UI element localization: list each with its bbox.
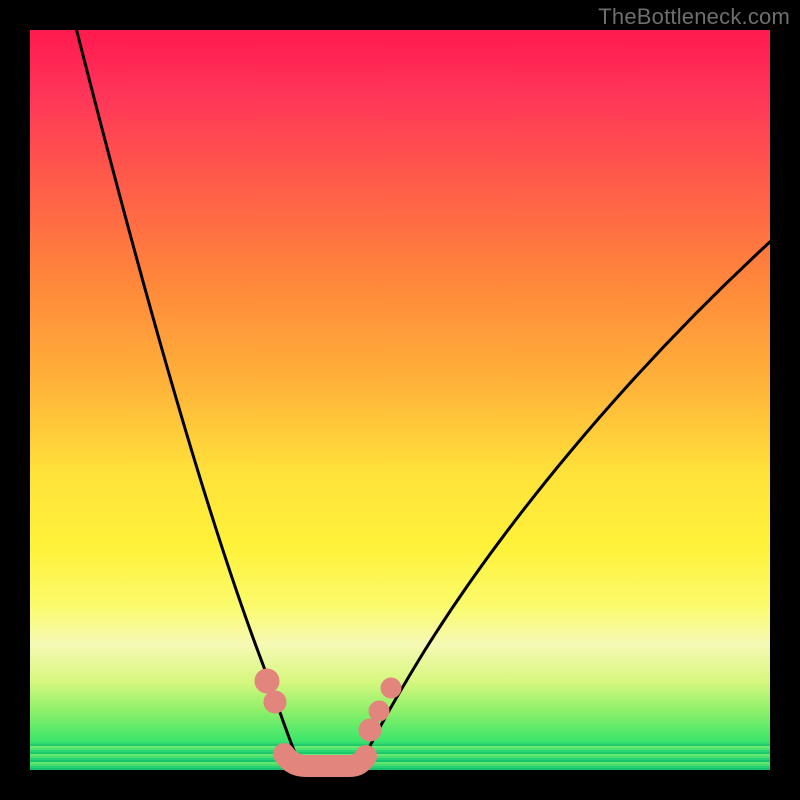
pink-valley-bar — [284, 754, 366, 766]
curve-layer — [30, 30, 770, 770]
pink-marker-left-upper-icon — [255, 669, 279, 693]
pink-marker-right-2-icon — [369, 701, 389, 721]
curve-right-branch — [358, 240, 772, 769]
chart-frame: TheBottleneck.com — [0, 0, 800, 800]
plot-area — [30, 30, 770, 770]
pink-marker-right-1-icon — [359, 719, 381, 741]
curve-left-branch — [74, 20, 302, 769]
watermark-label: TheBottleneck.com — [598, 4, 790, 30]
pink-marker-right-3-icon — [381, 678, 401, 698]
pink-marker-left-lower-icon — [264, 691, 286, 713]
